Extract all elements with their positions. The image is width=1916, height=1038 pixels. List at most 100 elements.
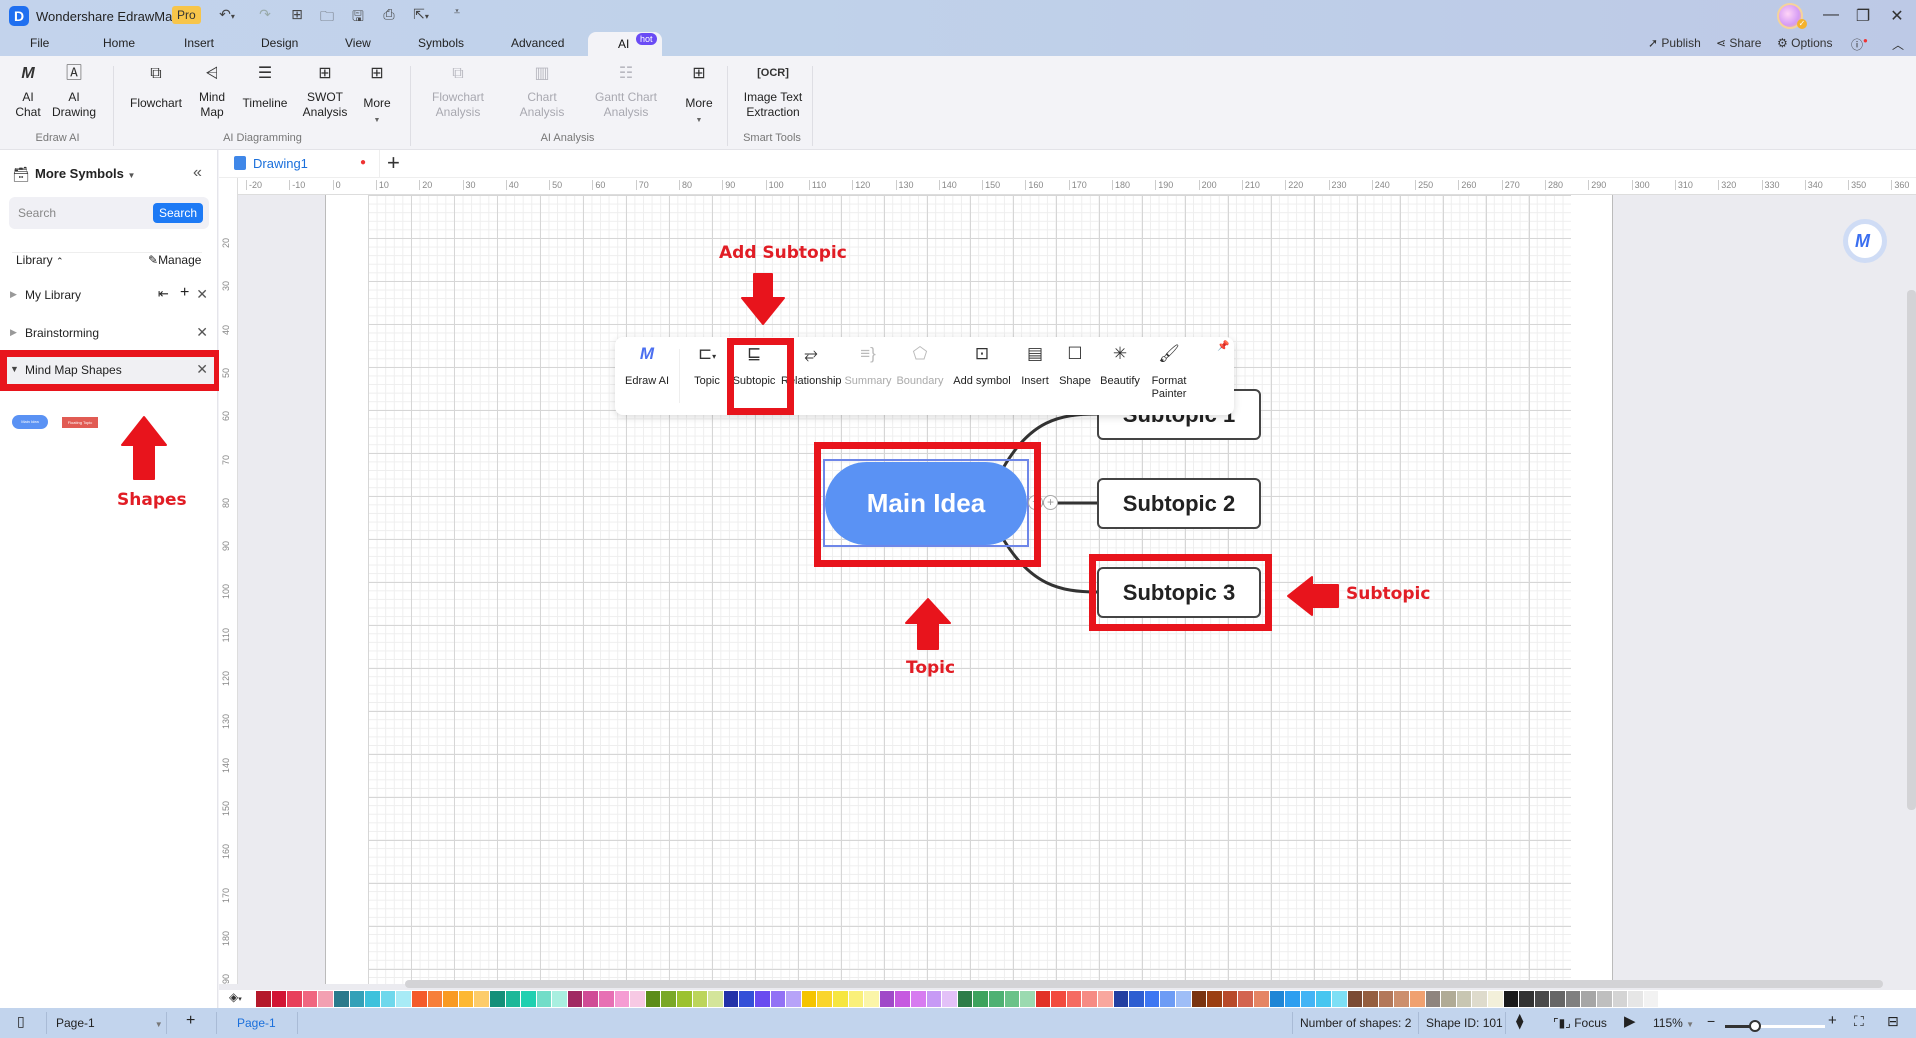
timeline-button[interactable]: ☰ Timeline [240,66,290,111]
fb-summary-button[interactable]: ≡} Summary [844,345,892,388]
fb-topic-button[interactable]: ⊏▾ Topic [687,345,727,388]
tab-file[interactable]: File [30,36,49,50]
color-swatch[interactable] [895,991,910,1007]
tab-view[interactable]: View [345,36,371,50]
symbol-search-field[interactable]: Search Search [9,197,209,229]
fb-boundary-button[interactable]: ⬠ Boundary [894,345,946,388]
color-swatch[interactable] [380,991,396,1007]
vertical-scrollbar[interactable] [1907,290,1916,810]
color-swatch[interactable] [723,991,739,1007]
color-swatch[interactable] [957,991,973,1007]
color-swatch[interactable] [1628,991,1643,1007]
color-swatch[interactable] [396,991,411,1007]
color-swatch[interactable] [973,991,988,1007]
color-swatch[interactable] [458,991,474,1007]
flowchart-button[interactable]: ⧉ Flowchart [128,66,184,111]
search-input[interactable]: Search [18,206,56,220]
chart-analysis-button[interactable]: ▥ Chart Analysis [514,66,570,120]
pro-badge[interactable]: Pro [172,6,201,24]
color-swatch[interactable] [988,991,1004,1007]
color-swatch[interactable] [349,991,365,1007]
ai-chat-button[interactable]: M AI Chat [14,66,42,120]
color-swatch[interactable] [474,991,489,1007]
layers-icon[interactable]: ⧫ [1516,1012,1523,1030]
color-swatch[interactable] [1113,991,1129,1007]
color-swatch[interactable] [801,991,817,1007]
color-swatch[interactable] [302,991,318,1007]
help-button[interactable]: ⓘ● [1851,36,1868,53]
color-swatch[interactable] [1144,991,1160,1007]
color-swatch[interactable] [1378,991,1394,1007]
color-swatch[interactable] [848,991,864,1007]
zoom-level[interactable]: 115% ▼ [1653,1016,1694,1030]
undo-icon[interactable]: ↶▾ [217,6,237,23]
flowchart-analysis-button[interactable]: ⧉ Flowchart Analysis [424,66,492,120]
close-icon[interactable]: ✕ [196,324,208,341]
color-swatch[interactable] [567,991,583,1007]
color-swatch[interactable] [365,991,380,1007]
color-swatch[interactable] [926,991,942,1007]
tab-advanced[interactable]: Advanced [511,36,564,50]
color-swatch[interactable] [1534,991,1550,1007]
more-ai-analysis-button[interactable]: ⊞ More ▼ [682,66,716,128]
page-selector[interactable]: Page-1 ▼ [56,1016,163,1030]
color-swatch[interactable] [287,991,302,1007]
expand-icon[interactable]: ▶ [10,327,17,338]
subtopic-2[interactable]: Subtopic 2 [1097,478,1261,529]
color-swatch[interactable] [1300,991,1316,1007]
new-icon[interactable]: ⊞ [287,6,307,23]
zoom-slider-handle[interactable] [1749,1020,1761,1032]
color-swatch[interactable] [1363,991,1378,1007]
color-swatch[interactable] [318,991,333,1007]
tab-insert[interactable]: Insert [184,36,214,50]
color-swatch[interactable] [661,991,677,1007]
color-swatch[interactable] [521,991,536,1007]
color-swatch[interactable] [1456,991,1472,1007]
manage-button[interactable]: ✎Manage [148,253,201,267]
new-tab-button[interactable]: + [387,150,400,176]
color-swatch[interactable] [1051,991,1066,1007]
color-swatch[interactable] [1581,991,1597,1007]
color-swatch[interactable] [677,991,692,1007]
color-swatch[interactable] [1160,991,1176,1007]
color-swatch[interactable] [1331,991,1347,1007]
customize-icon[interactable]: ⩡ [447,6,467,19]
fb-shape-button[interactable]: ☐ Shape [1057,345,1093,388]
redo-icon[interactable]: ↷ [255,6,275,23]
import-icon[interactable]: ⇤ [158,286,169,302]
color-swatch[interactable] [755,991,770,1007]
color-swatch[interactable] [910,991,926,1007]
color-swatch[interactable] [739,991,754,1007]
panel-title[interactable]: More Symbols ▼ [35,166,135,181]
color-swatch[interactable] [1269,991,1285,1007]
color-swatch[interactable] [1425,991,1441,1007]
color-swatch[interactable] [1519,991,1534,1007]
play-icon[interactable]: ▶ [1624,1012,1636,1030]
minimize-icon[interactable]: — [1819,6,1843,24]
zoom-out-button[interactable]: − [1707,1013,1715,1029]
horizontal-scrollbar[interactable] [405,980,1883,988]
fit-width-icon[interactable]: ⊟ [1887,1013,1899,1030]
expand-icon[interactable]: ▶ [10,289,17,300]
color-swatch[interactable] [1129,991,1144,1007]
color-swatch[interactable] [1098,991,1113,1007]
color-swatch[interactable] [1472,991,1487,1007]
color-swatch[interactable] [614,991,630,1007]
color-swatch[interactable] [708,991,723,1007]
color-swatch[interactable] [1020,991,1035,1007]
color-swatch[interactable] [427,991,443,1007]
zoom-slider-track[interactable] [1725,1020,1825,1032]
library-toggle[interactable]: Library ⌃ [16,253,64,267]
color-swatch[interactable] [1207,991,1222,1007]
export-icon[interactable]: ⇱▾ [411,6,431,23]
more-ai-diagramming-button[interactable]: ⊞ More ▼ [360,66,394,128]
collapse-ribbon-icon[interactable]: ︿ [1892,36,1904,53]
publish-button[interactable]: ➚ Publish [1648,36,1701,50]
color-swatch[interactable] [864,991,879,1007]
color-swatch[interactable] [1316,991,1331,1007]
shape-thumb-main-idea[interactable]: Main Idea [12,415,48,429]
color-swatch[interactable] [1176,991,1191,1007]
save-icon[interactable]: 🖫 [348,6,368,30]
color-swatch[interactable] [489,991,505,1007]
color-swatch[interactable] [271,991,287,1007]
